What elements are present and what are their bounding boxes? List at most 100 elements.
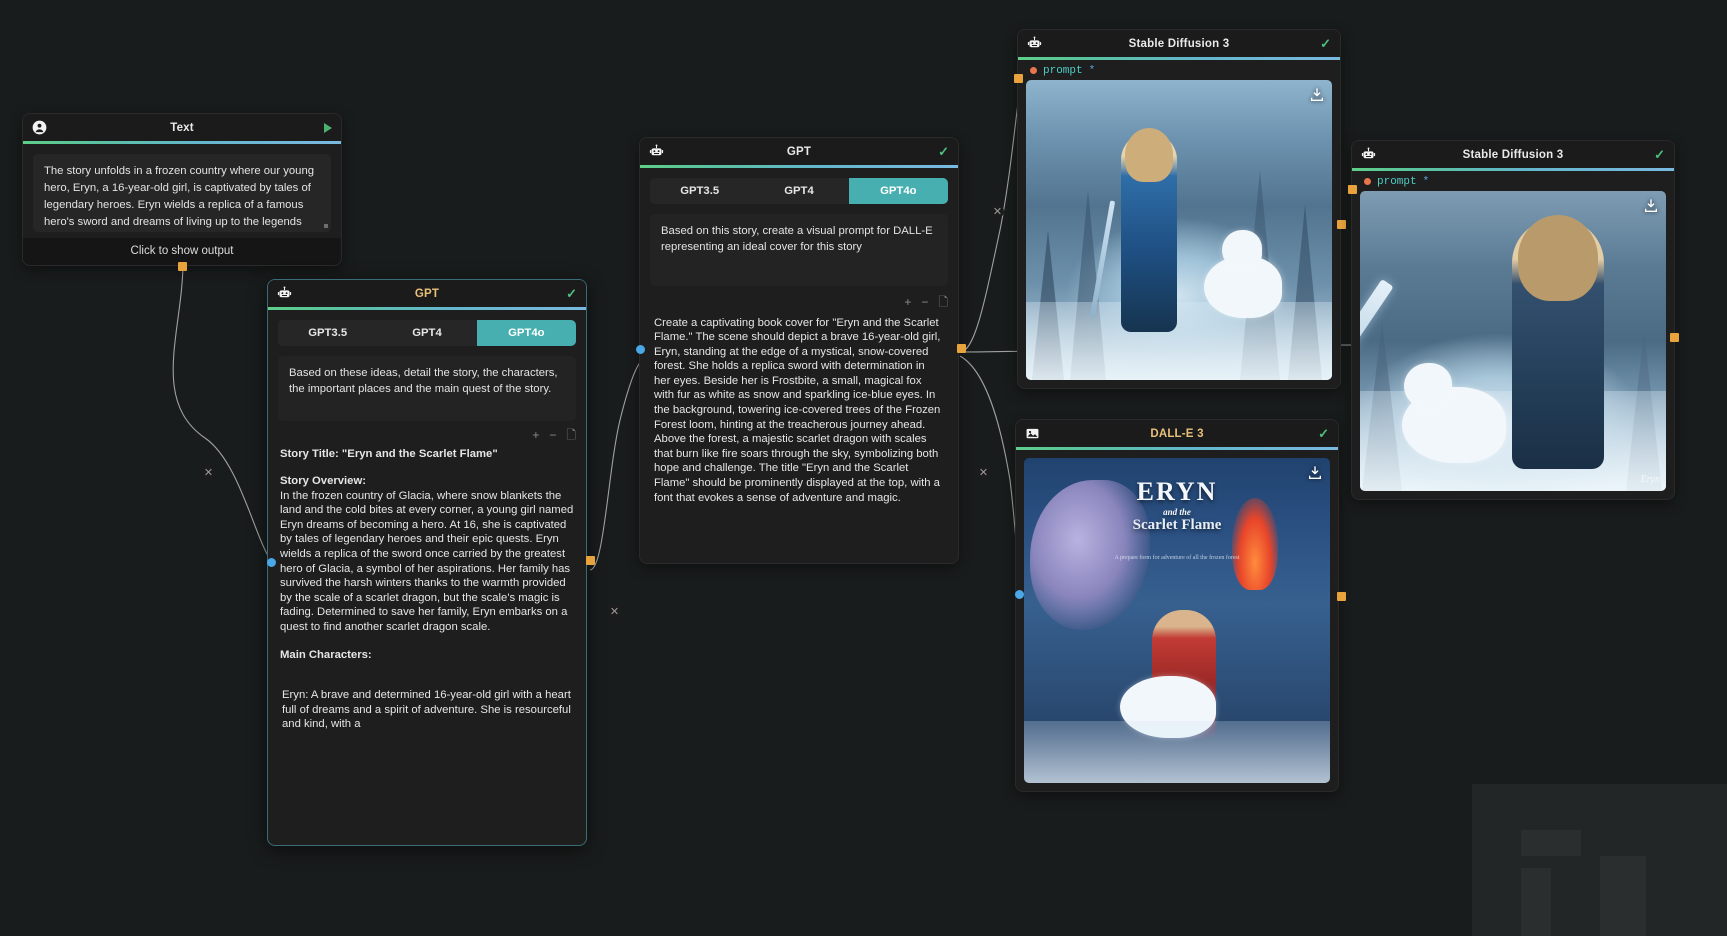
zoom-out-button[interactable]: −	[549, 429, 556, 441]
snow-ground	[1026, 301, 1332, 380]
scroll-indicator	[324, 223, 328, 228]
output-port-text[interactable]	[178, 262, 187, 271]
prompt-input[interactable]: Based on this story, create a visual pro…	[650, 213, 948, 286]
tab-gpt35[interactable]: GPT3.5	[650, 178, 749, 204]
output-characters-heading: Main Characters:	[280, 648, 372, 661]
node-sd-top-title: Stable Diffusion 3	[1128, 37, 1230, 50]
node-dalle-header[interactable]: DALL-E 3 ✓	[1016, 420, 1338, 447]
download-icon[interactable]	[1307, 465, 1323, 481]
copy-icon[interactable]: 🗋	[938, 296, 948, 308]
node-sd-right-header[interactable]: Stable Diffusion 3 ✓	[1352, 141, 1674, 168]
text-input[interactable]: The story unfolds in a frozen country wh…	[33, 153, 331, 232]
node-text-body: The story unfolds in a frozen country wh…	[23, 144, 341, 238]
node-sd-top-header[interactable]: Stable Diffusion 3 ✓	[1018, 30, 1340, 57]
run-button[interactable]	[324, 122, 332, 133]
robot-icon	[1027, 36, 1042, 51]
input-port-gpt-prompt[interactable]	[636, 345, 645, 354]
output-toolbar[interactable]: + − 🗋	[640, 286, 958, 310]
node-text[interactable]: Text The story unfolds in a frozen count…	[23, 114, 341, 265]
zoom-in-button[interactable]: +	[904, 296, 911, 308]
flame-shape	[1232, 497, 1278, 590]
output-visual-prompt: Create a captivating book cover for "Ery…	[654, 316, 941, 504]
node-gpt-prompt-body: GPT3.5 GPT4 GPT4o Based on this story, c…	[640, 168, 958, 286]
node-text-title: Text	[170, 121, 194, 134]
workflow-canvas[interactable]: ✕ ✕ ✕ ✕ Text The story unfolds in a froz…	[0, 0, 1727, 936]
port-required-marker: *	[1088, 64, 1096, 77]
generated-cover-art: ERYN and the Scarlet Flame A prepare for…	[1024, 457, 1330, 783]
output-port-sd-right[interactable]	[1670, 333, 1679, 342]
node-accent-bar	[1016, 447, 1338, 450]
fox-head	[1404, 362, 1452, 409]
edge-disconnect-marker[interactable]: ✕	[608, 605, 621, 618]
model-tabs[interactable]: GPT3.5 GPT4 GPT4o	[650, 177, 948, 204]
tab-gpt35[interactable]: GPT3.5	[278, 320, 377, 346]
output-port-gpt-prompt[interactable]	[957, 344, 966, 353]
check-icon: ✓	[566, 286, 577, 301]
play-icon	[324, 122, 332, 133]
edge-disconnect-marker[interactable]: ✕	[991, 205, 1004, 218]
robot-icon	[277, 286, 292, 301]
node-gpt-prompt-header[interactable]: GPT ✓	[640, 138, 958, 165]
check-icon: ✓	[1318, 426, 1329, 441]
canvas-watermark-panel	[1472, 784, 1727, 936]
generated-image-art: Eryn	[1360, 190, 1666, 491]
node-gpt-story-body: GPT3.5 GPT4 GPT4o Based on these ideas, …	[268, 310, 586, 421]
gpt-prompt-output: Create a captivating book cover for "Ery…	[640, 310, 958, 518]
node-dalle[interactable]: DALL-E 3 ✓ ERYN and the Scarlet Flame A …	[1016, 420, 1338, 791]
node-dalle-title: DALL-E 3	[1150, 427, 1204, 440]
node-gpt-story-header[interactable]: GPT ✓	[268, 280, 586, 307]
node-gpt-prompt[interactable]: GPT ✓ GPT3.5 GPT4 GPT4o Based on this st…	[640, 138, 958, 563]
character-hair	[1518, 214, 1598, 301]
character-hair	[1125, 127, 1173, 182]
output-characters-body: Eryn: A brave and determined 16-year-old…	[282, 689, 571, 731]
download-icon[interactable]	[1309, 87, 1325, 103]
input-port-sd-top[interactable]	[1014, 74, 1023, 83]
zoom-out-button[interactable]: −	[921, 296, 928, 308]
node-stable-diffusion-right[interactable]: Stable Diffusion 3 ✓ prompt * Eryn	[1352, 141, 1674, 499]
node-gpt-prompt-title: GPT	[786, 145, 812, 158]
input-port-gpt-story[interactable]	[267, 558, 276, 567]
model-tabs[interactable]: GPT3.5 GPT4 GPT4o	[278, 319, 576, 346]
copy-icon[interactable]: 🗋	[566, 429, 576, 441]
node-gpt-story[interactable]: GPT ✓ GPT3.5 GPT4 GPT4o Based on these i…	[268, 280, 586, 845]
output-story-title: Story Title: "Eryn and the Scarlet Flame…	[280, 447, 498, 460]
check-icon: ✓	[1654, 147, 1665, 162]
robot-icon	[649, 144, 664, 159]
tab-gpt4[interactable]: GPT4	[749, 178, 848, 204]
edge-disconnect-marker[interactable]: ✕	[977, 466, 990, 479]
tab-gpt4[interactable]: GPT4	[377, 320, 476, 346]
sd-top-prompt-port-row[interactable]: prompt *	[1018, 60, 1340, 80]
port-label-prompt: prompt	[1043, 64, 1083, 77]
output-port-dalle[interactable]	[1337, 592, 1346, 601]
input-port-sd-right[interactable]	[1348, 185, 1357, 194]
sd-top-image[interactable]	[1026, 79, 1332, 380]
port-dot-icon	[1030, 67, 1037, 74]
tab-gpt4o[interactable]: GPT4o	[848, 177, 948, 204]
text-input-value: The story unfolds in a frozen country wh…	[44, 164, 315, 229]
show-output-button[interactable]: Click to show output	[23, 237, 341, 265]
zoom-in-button[interactable]: +	[532, 429, 539, 441]
prompt-input-value: Based on these ideas, detail the story, …	[289, 366, 558, 395]
sd-right-prompt-port-row[interactable]: prompt *	[1352, 171, 1674, 191]
sd-right-image[interactable]: Eryn	[1360, 190, 1666, 491]
canvas-watermark-block-a	[1521, 830, 1581, 856]
dalle-image[interactable]: ERYN and the Scarlet Flame A prepare for…	[1024, 457, 1330, 783]
input-port-dalle[interactable]	[1015, 590, 1024, 599]
port-required-marker: *	[1422, 175, 1430, 188]
node-stable-diffusion-top[interactable]: Stable Diffusion 3 ✓ prompt *	[1018, 30, 1340, 388]
gpt-story-output: Story Title: "Eryn and the Scarlet Flame…	[268, 443, 586, 743]
check-icon: ✓	[938, 144, 949, 159]
node-text-header[interactable]: Text	[23, 114, 341, 141]
output-port-gpt-story[interactable]	[586, 556, 595, 565]
prompt-input[interactable]: Based on these ideas, detail the story, …	[278, 355, 576, 421]
output-overview-heading: Story Overview:	[280, 475, 367, 488]
tab-gpt4o[interactable]: GPT4o	[476, 319, 576, 346]
download-icon[interactable]	[1643, 198, 1659, 214]
output-port-sd-top[interactable]	[1337, 220, 1346, 229]
output-toolbar[interactable]: + − 🗋	[268, 421, 586, 443]
node-gpt-story-title: GPT	[414, 287, 440, 300]
generated-image-art	[1026, 79, 1332, 380]
image-signature: Eryn	[1640, 473, 1660, 485]
edge-disconnect-marker[interactable]: ✕	[202, 466, 215, 479]
canvas-watermark-block-c	[1521, 868, 1551, 936]
